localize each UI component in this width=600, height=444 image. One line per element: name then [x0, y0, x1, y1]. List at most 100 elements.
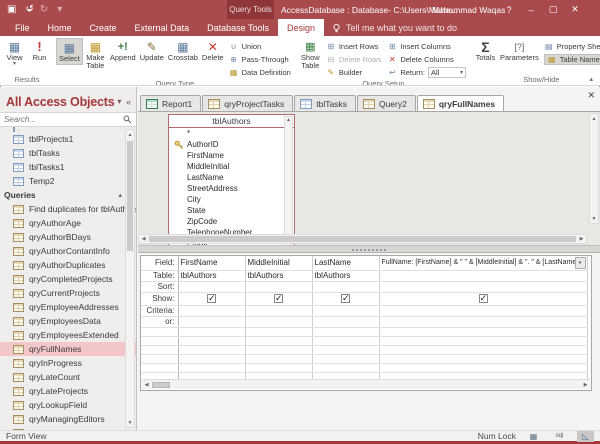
grid-cell-show-1[interactable]: ✓ [245, 292, 312, 305]
query-design-pane[interactable]: tblAuthors * AuthorID FirstName [138, 111, 600, 245]
grid-cell-sort-3[interactable] [379, 281, 587, 292]
grid-cell-table-3[interactable] [379, 270, 587, 281]
grid-cell-criteria-1[interactable] [245, 305, 312, 316]
sidebar-item[interactable]: qryAuthorContantInfo [0, 244, 136, 258]
make-table-button[interactable]: ▦ Make Table [83, 38, 108, 71]
field-row[interactable]: AuthorID [169, 139, 294, 150]
maximize-button[interactable]: ▢ [542, 4, 564, 15]
nav-scrollbar[interactable]: ▲ ▼ [125, 129, 135, 428]
property-sheet-button[interactable]: ▤ Property Sheet [544, 41, 600, 52]
qat-customize-icon[interactable]: ▾ [57, 4, 62, 15]
document-tab[interactable]: qryFullNames [417, 95, 504, 111]
close-document-icon[interactable]: ✕ [587, 90, 595, 101]
scroll-up-icon[interactable]: ▲ [592, 114, 597, 123]
sidebar-item[interactable]: qryCompletedProjects [0, 272, 136, 286]
sidebar-item[interactable]: qryAuthorAge [0, 216, 136, 230]
undo-icon[interactable]: ↺▾ [25, 4, 30, 15]
scroll-right-icon[interactable]: ▶ [577, 236, 586, 242]
scroll-down-icon[interactable]: ▼ [128, 418, 133, 427]
grid-cell-criteria-2[interactable] [312, 305, 379, 316]
field-row[interactable]: State [169, 205, 294, 216]
sidebar-item[interactable]: qryLateProjects [0, 384, 136, 398]
document-tab[interactable]: Report1 [140, 95, 201, 111]
pane-splitter[interactable] [138, 245, 600, 253]
grid-cell-field-3[interactable]: FullName: [FirstName] & " " & [MiddleIni… [379, 256, 587, 270]
append-button[interactable]: +! Append [108, 38, 138, 63]
nav-menu-icon[interactable]: ▾ [117, 97, 121, 106]
return-dropdown[interactable]: All ▾ [428, 67, 466, 78]
select-query-button[interactable]: ▦ Select [56, 38, 83, 65]
grid-cell-or-1[interactable] [245, 316, 312, 327]
scroll-down-icon[interactable]: ▼ [592, 214, 597, 223]
update-button[interactable]: ✎ Update [138, 38, 166, 63]
grid-cell-table-0[interactable]: tblAuthors [178, 270, 245, 281]
sidebar-item[interactable]: Queries [0, 188, 136, 202]
field-dropdown-icon[interactable]: ▾ [575, 257, 586, 269]
sidebar-item[interactable]: qryAuthorBDays [0, 230, 136, 244]
scroll-left-icon[interactable]: ◀ [142, 382, 151, 388]
table-names-button[interactable]: ▦ Table Names [544, 54, 600, 65]
grid-cell-or-3[interactable] [379, 316, 587, 327]
tab-external-data[interactable]: External Data [126, 19, 199, 36]
document-tab[interactable]: tblTasks [294, 95, 356, 111]
parameters-button[interactable]: [?] Parameters [498, 38, 541, 63]
grid-cell-show-2[interactable]: ✓ [312, 292, 379, 305]
sidebar-item[interactable]: qryEmployeesExtended [0, 328, 136, 342]
sidebar-item[interactable]: qryInProgress [0, 356, 136, 370]
sidebar-item[interactable]: tblProjects1 [0, 132, 136, 146]
grid-cell-criteria-0[interactable] [178, 305, 245, 316]
crosstab-button[interactable]: ▦ Crosstab [166, 38, 200, 63]
sidebar-item[interactable]: qryFullNames [0, 342, 136, 356]
delete-query-button[interactable]: ✕ Delete [200, 38, 226, 63]
field-row[interactable]: ZipCode [169, 216, 294, 227]
grid-cell-table-1[interactable]: tblAuthors [245, 270, 312, 281]
show-table-button[interactable]: ▦ Show Table [298, 38, 323, 71]
field-row[interactable]: StreetAddress [169, 183, 294, 194]
grid-cell-show-3[interactable]: ✓ [379, 292, 587, 305]
sidebar-item[interactable]: tblTasks [0, 146, 136, 160]
builder-button[interactable]: ✎ Builder [326, 67, 382, 78]
design-pane-vertical-scrollbar[interactable]: ▲ ▼ [589, 113, 599, 224]
sidebar-item[interactable]: Find duplicates for tblAuthors [0, 202, 136, 216]
sidebar-item[interactable]: Temp2 [0, 174, 136, 188]
grid-cell-table-2[interactable]: tblAuthors [312, 270, 379, 281]
help-button[interactable]: ? [498, 5, 520, 15]
show-checkbox[interactable]: ✓ [341, 294, 350, 303]
search-input[interactable]: Search... [0, 112, 136, 127]
sidebar-item[interactable]: qryManagingEditors [0, 412, 136, 426]
scroll-right-icon[interactable]: ▶ [581, 382, 590, 388]
tab-database-tools[interactable]: Database Tools [198, 19, 278, 36]
document-tab[interactable]: Query2 [357, 95, 416, 111]
tab-create[interactable]: Create [81, 19, 126, 36]
sql-view-icon[interactable]: sql [551, 431, 568, 442]
scroll-up-icon[interactable]: ▲ [128, 130, 133, 139]
scroll-thumb[interactable] [152, 382, 170, 388]
grid-cell-sort-2[interactable] [312, 281, 379, 292]
design-view-icon[interactable]: ◺ [577, 431, 594, 442]
grid-cell-field-0[interactable]: FirstName [178, 256, 245, 270]
tab-file[interactable]: File [6, 19, 39, 36]
sidebar-item[interactable]: qryEmployeesData [0, 314, 136, 328]
insert-rows-button[interactable]: ⊞ Insert Rows [326, 41, 382, 52]
field-row[interactable]: MiddleInitial [169, 161, 294, 172]
tab-design[interactable]: Design [278, 19, 324, 36]
data-definition-button[interactable]: ▦ Data Definition [229, 67, 291, 78]
redo-icon[interactable]: ↻ [40, 4, 48, 15]
sidebar-item[interactable]: tblTasks1 [0, 160, 136, 174]
field-row[interactable]: * [169, 128, 294, 139]
field-row[interactable]: City [169, 194, 294, 205]
datasheet-view-icon[interactable]: ▦ [525, 431, 542, 442]
sidebar-item[interactable]: qryAuthorDuplicates [0, 258, 136, 272]
show-checkbox[interactable]: ✓ [274, 294, 283, 303]
collapse-ribbon-icon[interactable]: ▴ [589, 75, 593, 83]
show-checkbox[interactable]: ✓ [479, 294, 488, 303]
grid-cell-field-1[interactable]: MiddleInitial [245, 256, 312, 270]
shutter-close-icon[interactable]: « [126, 97, 131, 107]
grid-cell-field-2[interactable]: LastName [312, 256, 379, 270]
grid-cell-show-0[interactable]: ✓ [178, 292, 245, 305]
table-card-scrollbar[interactable]: ▲ [284, 116, 293, 245]
grid-cell-or-0[interactable] [178, 316, 245, 327]
totals-button[interactable]: Σ Totals [473, 38, 498, 63]
view-button[interactable]: ▦ View ▾ [2, 38, 27, 68]
delete-columns-button[interactable]: ✕ Delete Columns [387, 54, 466, 65]
